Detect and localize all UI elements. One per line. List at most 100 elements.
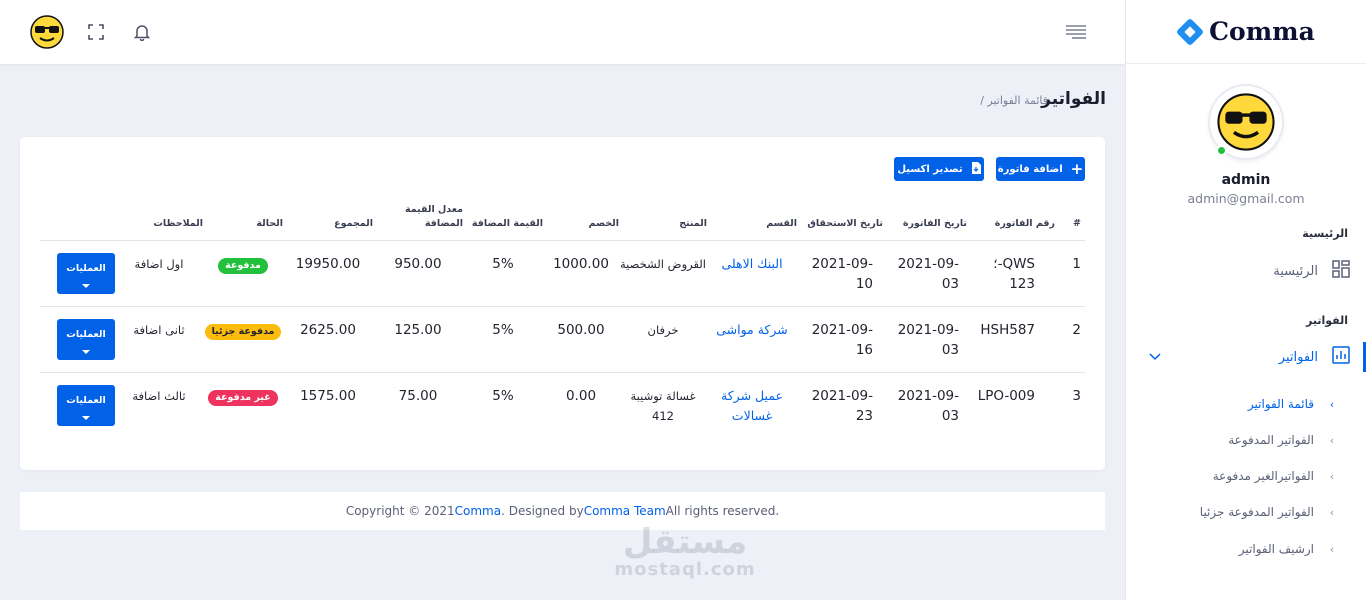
notes: ثانى اضافة	[115, 306, 203, 373]
nav-section-invoices: الفواتير	[1306, 314, 1348, 327]
operations-dropdown-button[interactable]: العمليات	[57, 253, 115, 294]
sidebar-item-invoices[interactable]: الفواتير	[1125, 345, 1366, 369]
section-link[interactable]: البنك الاهلى	[707, 240, 797, 307]
profile-name: admin	[1221, 172, 1271, 188]
col-vat-rate: القيمة المضافة	[463, 203, 543, 241]
dashboard-icon	[1332, 260, 1350, 282]
chevron-left-icon: ‹	[1329, 469, 1335, 483]
total: 1575.00	[300, 388, 356, 404]
subitem-label: الفواتير المدفوعة	[1228, 433, 1314, 447]
vat-value: 125.00	[373, 306, 463, 373]
col-product: المنتج	[619, 203, 707, 241]
breadcrumb[interactable]: / قائمة الفواتير	[980, 94, 1048, 107]
invoice-number: HSH587	[967, 306, 1055, 373]
export-excel-label: تصدير اكسيل	[897, 163, 963, 175]
avatar-emoji-icon[interactable]	[29, 14, 65, 50]
footer-team-link[interactable]: Comma Team	[584, 504, 666, 518]
export-excel-button[interactable]: تصدير اكسيل	[894, 157, 984, 181]
bell-icon[interactable]	[128, 18, 156, 46]
hamburger-menu-icon[interactable]	[1062, 18, 1090, 46]
table-row: 2 HSH587 2021-09-03 2021-09-16 شركة مواش…	[40, 306, 1085, 373]
vat-value: 950.00	[373, 240, 463, 307]
chevron-left-icon: ‹	[1329, 505, 1335, 519]
total: 19950.00	[283, 240, 373, 307]
table-row: 1 QWS-؛ 123 2021-09-03 2021-09-10 البنك …	[40, 240, 1085, 307]
footer-designed-by: . Designed by	[501, 504, 584, 518]
footer-copyright: Copyright © 2021	[345, 504, 455, 518]
sidebar-item-invoices-label: الفواتير	[1278, 349, 1318, 365]
row-number: 1	[1055, 240, 1085, 307]
product: غسالة توشيبة 412	[630, 389, 696, 423]
section-link[interactable]: عميل شركة غسالات	[707, 373, 797, 439]
invoice-date: 2021-09-03	[897, 388, 959, 424]
operations-dropdown-button[interactable]: العمليات	[57, 385, 115, 426]
sidebar-subitem-paid-invoices[interactable]: الفواتير المدفوعة ‹	[1125, 430, 1366, 450]
operations-label: العمليات	[66, 263, 106, 274]
online-status-dot	[1216, 145, 1227, 156]
caret-down-icon	[82, 350, 90, 354]
discount: 1000.00	[543, 240, 619, 307]
col-vat-value: معدل القيمة المضافة	[373, 203, 463, 241]
caret-down-icon	[82, 284, 90, 288]
caret-down-icon	[82, 416, 90, 420]
footer-rights: All rights reserved.	[665, 504, 780, 518]
chevron-left-icon: ‹	[1329, 433, 1335, 447]
sidebar-subitem-archive[interactable]: ارشيف الفواتير ‹	[1125, 539, 1366, 559]
row-number: 2	[1055, 306, 1085, 373]
discount: 0.00	[565, 388, 597, 404]
sidebar-item-home[interactable]: الرئيسية	[1125, 259, 1366, 283]
top-header	[0, 0, 1125, 64]
chevron-left-icon: ‹	[1329, 542, 1335, 556]
invoices-table: # رقم الفاتورة تاريخ الفاتورة تاريخ الاس…	[40, 203, 1085, 439]
watermark-url: mostaql.com	[614, 559, 756, 580]
sidebar-subitem-unpaid-invoices[interactable]: الفواتيرالغير مدفوعة ‹	[1125, 466, 1366, 486]
page-title: الفواتير	[1041, 89, 1106, 109]
profile: admin admin@gmail.com	[1126, 64, 1366, 206]
product: القروض الشخصية	[619, 240, 707, 307]
brand[interactable]: Comma	[1126, 0, 1366, 64]
invoice-date: 2021-09-03	[883, 240, 967, 307]
add-invoice-button[interactable]: اضافة فاتورة +	[996, 157, 1085, 181]
status-badge: مدفوعة	[218, 258, 268, 274]
vat-value: 75.00	[398, 388, 438, 404]
add-invoice-label: اضافة فاتورة	[997, 163, 1063, 175]
notes: اول اضافة	[115, 240, 203, 307]
sidebar-subitem-partially-paid[interactable]: الفواتير المدفوعة جزئيا ‹	[1125, 502, 1366, 522]
due-date: 2021-09-23	[811, 388, 873, 424]
bar-chart-icon	[1332, 346, 1350, 368]
sidebar-subitem-invoice-list[interactable]: قائمة الفواتير ‹	[1125, 394, 1366, 414]
row-number: 3	[1072, 388, 1081, 404]
invoice-date: 2021-09-03	[883, 306, 967, 373]
status-badge: غير مدفوعة	[208, 390, 278, 406]
total: 2625.00	[283, 306, 373, 373]
col-status: الحالة	[203, 203, 283, 241]
subitem-label: ارشيف الفواتير	[1238, 542, 1314, 556]
subitem-label: الفواتير المدفوعة جزئيا	[1199, 505, 1314, 519]
chevron-left-icon: ‹	[1329, 397, 1335, 411]
col-total: المجموع	[283, 203, 373, 241]
due-date: 2021-09-16	[797, 306, 883, 373]
watermark: مستقل mostaql.com	[600, 525, 770, 580]
invoices-card: اضافة فاتورة + تصدير اكسيل # رقم الفاتور…	[20, 137, 1105, 470]
footer-brand-link[interactable]: Comma	[455, 504, 501, 518]
product: خرفان	[619, 306, 707, 373]
col-number: #	[1055, 203, 1085, 241]
chevron-down-icon	[1149, 350, 1161, 365]
vat-rate: 5%	[463, 306, 543, 373]
footer: Copyright © 2021 Comma . Designed by Com…	[20, 492, 1105, 530]
sidebar: Comma admin admin@gmail.com الرئيسية الر…	[1125, 0, 1366, 600]
operations-dropdown-button[interactable]: العمليات	[57, 319, 115, 360]
vat-rate: 5%	[463, 240, 543, 307]
avatar[interactable]	[1210, 86, 1282, 158]
section-link[interactable]: شركة مواشى	[707, 306, 797, 373]
invoice-number: LPO-009	[977, 388, 1035, 404]
plus-icon: +	[1070, 160, 1084, 178]
diamond-logo-icon	[1176, 17, 1205, 46]
operations-label: العمليات	[66, 329, 106, 340]
subitem-label: الفواتيرالغير مدفوعة	[1212, 469, 1314, 483]
notes: ثالث اضافة	[132, 389, 186, 403]
nav-section-home: الرئيسية	[1302, 227, 1348, 240]
fullscreen-icon[interactable]	[82, 18, 110, 46]
invoice-number: QWS-؛ 123	[967, 240, 1055, 307]
subitem-label: قائمة الفواتير	[1247, 397, 1314, 411]
